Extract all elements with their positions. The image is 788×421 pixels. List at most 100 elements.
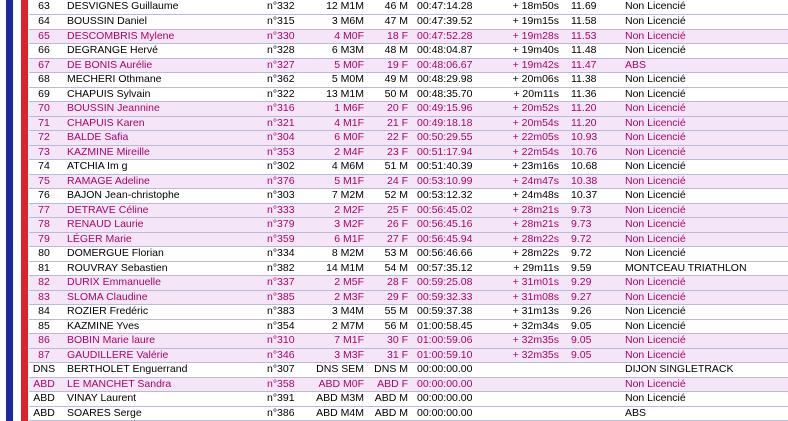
bib-cell: n°337 [267, 275, 312, 291]
gender-place-cell: 29 F [366, 290, 411, 305]
category-cell: 5 M0F [312, 58, 366, 73]
speed-cell: 10.76 [563, 145, 619, 160]
rank-cell: 75 [29, 174, 59, 189]
rank-cell: 73 [29, 145, 59, 160]
time-cell: 00:47:39.52 [411, 14, 489, 30]
time-cell: 00:48:04.87 [411, 43, 489, 59]
rank-cell: 76 [29, 188, 59, 204]
flag-blue-stripe [6, 0, 13, 421]
speed-cell: 9.73 [563, 203, 619, 218]
name-cell: ROUVRAY Sebastien [59, 261, 267, 276]
name-cell: DESVIGNES Guillaume [59, 0, 267, 15]
table-row: 80 DOMERGUE Florian n°334 8 M2M 53 M 00:… [29, 246, 788, 262]
time-cell: 00:56:45.94 [411, 232, 489, 247]
time-cell: 01:00:58.45 [411, 319, 489, 334]
club-cell: Non Licencié [619, 304, 788, 320]
rank-cell: 78 [29, 217, 59, 233]
bib-cell: n°334 [267, 246, 312, 262]
club-cell: Non Licencié [619, 116, 788, 131]
table-row: 79 LÉGER Marie n°359 6 M1F 27 F 00:56:45… [29, 232, 788, 247]
table-row: ABD SOARES Serge n°386 ABD M4M ABD M 00:… [29, 406, 788, 421]
gap-cell: + 20m11s [489, 87, 563, 102]
rank-cell: 86 [29, 333, 59, 349]
name-cell: KAZMINE Yves [59, 319, 267, 334]
speed-cell [563, 362, 619, 378]
gap-cell: + 24m47s [489, 174, 563, 189]
rank-cell: 70 [29, 101, 59, 117]
category-cell: 2 M2F [312, 203, 366, 218]
name-cell: ATCHIA Im g [59, 159, 267, 175]
name-cell: DOMERGUE Florian [59, 246, 267, 262]
gender-place-cell: 46 M [366, 0, 411, 15]
gap-cell: + 19m40s [489, 43, 563, 59]
name-cell: BOUSSIN Daniel [59, 14, 267, 30]
table-row: 82 DURIX Emmanuelle n°337 2 M5F 28 F 00:… [29, 275, 788, 291]
club-cell: ABS [619, 58, 788, 73]
gender-place-cell: 19 F [366, 58, 411, 73]
category-cell: 12 M1M [312, 0, 366, 15]
gender-place-cell: 22 F [366, 130, 411, 146]
gender-place-cell: 27 F [366, 232, 411, 247]
table-row: 73 KAZMINE Mireille n°353 2 M4F 23 F 00:… [29, 145, 788, 160]
category-cell: 2 M7M [312, 319, 366, 334]
rank-cell: 83 [29, 290, 59, 305]
category-cell: 14 M1M [312, 261, 366, 276]
table-row: 64 BOUSSIN Daniel n°315 3 M6M 47 M 00:47… [29, 14, 788, 30]
time-cell: 00:47:14.28 [411, 0, 489, 15]
bib-cell: n°328 [267, 43, 312, 59]
gap-cell: + 28m22s [489, 246, 563, 262]
speed-cell: 11.48 [563, 43, 619, 59]
club-cell: Non Licencié [619, 145, 788, 160]
table-row: 70 BOUSSIN Jeannine n°316 1 M6F 20 F 00:… [29, 101, 788, 117]
bib-cell: n°322 [267, 87, 312, 102]
gender-place-cell: 54 M [366, 261, 411, 276]
speed-cell: 10.37 [563, 188, 619, 204]
results-table-body: 63 DESVIGNES Guillaume n°332 12 M1M 46 M… [29, 0, 788, 421]
time-cell: 00:51:17.94 [411, 145, 489, 160]
category-cell: 6 M3M [312, 43, 366, 59]
gap-cell [489, 377, 563, 392]
club-cell: ABS [619, 406, 788, 421]
bib-cell: n°346 [267, 348, 312, 363]
club-cell: Non Licencié [619, 43, 788, 59]
category-cell: 7 M1F [312, 333, 366, 349]
speed-cell [563, 406, 619, 421]
rank-cell: 67 [29, 58, 59, 73]
name-cell: ROZIER Fredéric [59, 304, 267, 320]
name-cell: DURIX Emmanuelle [59, 275, 267, 291]
time-cell: 00:53:10.99 [411, 174, 489, 189]
time-cell: 00:53:12.32 [411, 188, 489, 204]
bib-cell: n°303 [267, 188, 312, 204]
bib-cell: n°321 [267, 116, 312, 131]
table-row: 87 GAUDILLERE Valérie n°346 3 M3F 31 F 0… [29, 348, 788, 363]
bib-cell: n°315 [267, 14, 312, 30]
name-cell: BOBIN Marie laure [59, 333, 267, 349]
table-row: 86 BOBIN Marie laure n°310 7 M1F 30 F 01… [29, 333, 788, 349]
speed-cell: 9.05 [563, 348, 619, 363]
rank-cell: 63 [29, 0, 59, 15]
gap-cell: + 31m08s [489, 290, 563, 305]
gap-cell: + 18m50s [489, 0, 563, 15]
club-cell: Non Licencié [619, 348, 788, 363]
category-cell: 13 M1M [312, 87, 366, 102]
speed-cell: 10.68 [563, 159, 619, 175]
club-cell: Non Licencié [619, 159, 788, 175]
club-cell: Non Licencié [619, 217, 788, 233]
table-row: ABD VINAY Laurent n°391 ABD M3M ABD M 00… [29, 391, 788, 407]
club-cell: MONTCEAU TRIATHLON [619, 261, 788, 276]
time-cell: 00:00:00.00 [411, 377, 489, 392]
rank-cell: 71 [29, 116, 59, 131]
category-cell: 2 M5F [312, 275, 366, 291]
rank-cell: ABD [29, 377, 59, 392]
speed-cell: 9.27 [563, 290, 619, 305]
time-cell: 00:56:45.16 [411, 217, 489, 233]
speed-cell [563, 391, 619, 407]
bib-cell: n°359 [267, 232, 312, 247]
gap-cell [489, 391, 563, 407]
flag-white-stripe [13, 0, 21, 421]
time-cell: 00:00:00.00 [411, 362, 489, 378]
time-cell: 00:51:40.39 [411, 159, 489, 175]
table-row: 72 BALDE Safia n°304 6 M0F 22 F 00:50:29… [29, 130, 788, 146]
club-cell: Non Licencié [619, 130, 788, 146]
gender-place-cell: 55 M [366, 304, 411, 320]
